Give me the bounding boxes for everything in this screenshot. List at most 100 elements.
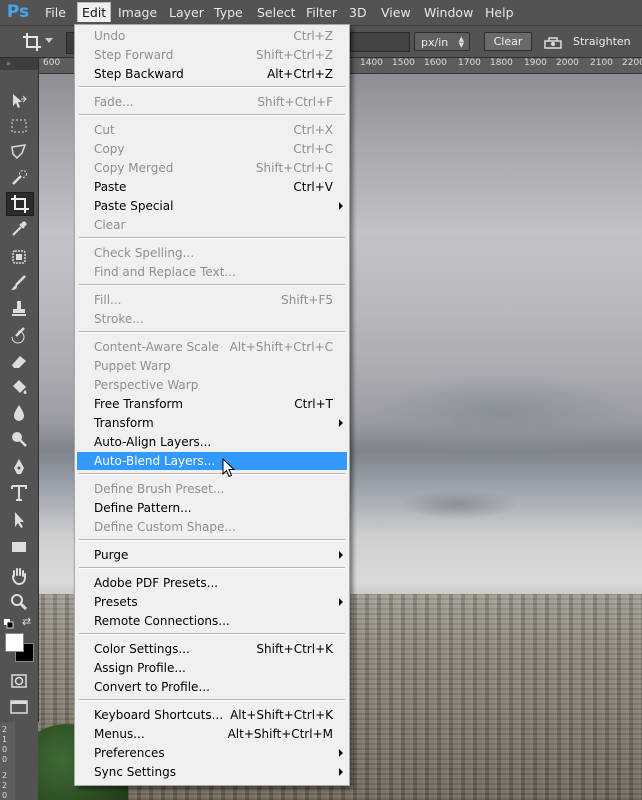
menu-item-transform[interactable]: Transform: [75, 414, 349, 432]
menu-item-cut[interactable]: Cut Ctrl+X: [75, 121, 349, 139]
menu-edit[interactable]: Edit: [77, 2, 112, 22]
rectangle-tool-icon[interactable]: [6, 536, 32, 558]
menu-layer[interactable]: Layer: [165, 3, 208, 22]
resolution-field[interactable]: [350, 32, 410, 52]
menu-bar: Ps File Edit Image Layer Type Select Fil…: [0, 0, 642, 26]
photoshop-logo[interactable]: Ps: [4, 2, 32, 22]
menu-item-stroke[interactable]: Stroke...: [75, 310, 349, 328]
menu-item-clear[interactable]: Clear: [75, 216, 349, 234]
menu-item-paste[interactable]: Paste Ctrl+V: [75, 178, 349, 196]
cloud-shadow: [398, 489, 518, 519]
menu-item-define-brush-preset[interactable]: Define Brush Preset...: [75, 480, 349, 498]
menu-separator: [79, 699, 345, 701]
menu-item-paste-special[interactable]: Paste Special: [75, 197, 349, 215]
screen-mode-icon[interactable]: [6, 696, 32, 718]
submenu-arrow-icon: [339, 202, 343, 210]
ruler-label: 2200: [622, 58, 642, 68]
submenu-arrow-icon: [339, 419, 343, 427]
crop-preset-icon[interactable]: [22, 32, 42, 52]
ruler-label: 2: [2, 771, 8, 780]
menu-item-convert-to-profile[interactable]: Convert to Profile...: [75, 678, 349, 696]
quick-selection-tool-icon[interactable]: [6, 167, 32, 189]
zoom-tool-icon[interactable]: [6, 591, 32, 613]
blur-tool-icon[interactable]: [6, 402, 32, 424]
foreground-color-swatch[interactable]: [5, 633, 24, 652]
ruler-label: 1: [2, 735, 8, 744]
menu-item-free-transform[interactable]: Free Transform Ctrl+T: [75, 395, 349, 413]
eraser-tool-icon[interactable]: [6, 350, 32, 372]
menu-item-copy[interactable]: Copy Ctrl+C: [75, 140, 349, 158]
history-brush-tool-icon[interactable]: [6, 324, 32, 346]
menu-item-define-custom-shape[interactable]: Define Custom Shape...: [75, 518, 349, 536]
menu-window[interactable]: Window: [420, 3, 477, 22]
swap-colors-icon[interactable]: ⇄: [22, 616, 34, 628]
menu-filter[interactable]: Filter: [302, 3, 341, 22]
menu-item-menus[interactable]: Menus... Alt+Shift+Ctrl+M: [75, 725, 349, 743]
menu-item-purge[interactable]: Purge: [75, 546, 349, 564]
pen-tool-icon[interactable]: [6, 456, 32, 478]
move-tool-icon[interactable]: [6, 90, 32, 112]
straighten-icon[interactable]: [543, 34, 563, 50]
menu-separator: [79, 86, 345, 88]
ruler-label: 0: [2, 755, 8, 764]
menu-select[interactable]: Select: [253, 3, 300, 22]
lasso-tool-icon[interactable]: [6, 141, 32, 163]
brush-tool-icon[interactable]: [6, 272, 32, 294]
dodge-tool-icon[interactable]: [6, 428, 32, 450]
menu-help[interactable]: Help: [481, 3, 518, 22]
menu-item-fade[interactable]: Fade... Shift+Ctrl+F: [75, 93, 349, 111]
straighten-label[interactable]: Straighten: [573, 35, 631, 48]
menu-3d[interactable]: 3D: [345, 3, 371, 22]
paint-bucket-tool-icon[interactable]: [6, 376, 32, 398]
menu-type[interactable]: Type: [210, 3, 247, 22]
menu-file[interactable]: File: [41, 3, 70, 22]
hand-tool-icon[interactable]: [6, 565, 32, 587]
clone-stamp-tool-icon[interactable]: [6, 298, 32, 320]
menu-separator: [79, 473, 345, 475]
marquee-tool-icon[interactable]: [6, 115, 32, 137]
menu-item-step-backward[interactable]: Step Backward Alt+Ctrl+Z: [75, 65, 349, 83]
menu-item-puppet-warp[interactable]: Puppet Warp: [75, 357, 349, 375]
quick-mask-icon[interactable]: [6, 670, 32, 692]
crop-preset-dropdown-arrow-icon[interactable]: [45, 38, 53, 43]
resolution-units-select[interactable]: px/in ▲ ▼: [414, 32, 470, 51]
menu-item-perspective-warp[interactable]: Perspective Warp: [75, 376, 349, 394]
ruler-label: 1900: [524, 58, 547, 68]
menu-item-sync-settings[interactable]: Sync Settings: [75, 763, 349, 781]
menu-item-assign-profile[interactable]: Assign Profile...: [75, 659, 349, 677]
menu-separator: [79, 539, 345, 541]
path-selection-tool-icon[interactable]: [6, 509, 32, 531]
ruler-label: 2000: [556, 58, 579, 68]
menu-item-remote-connections[interactable]: Remote Connections...: [75, 612, 349, 630]
vertical-ruler: 2 1 0 0 2 2 0: [0, 722, 15, 800]
menu-item-adobe-pdf-presets[interactable]: Adobe PDF Presets...: [75, 574, 349, 592]
menu-item-content-aware-scale[interactable]: Content-Aware Scale Alt+Shift+Ctrl+C: [75, 338, 349, 356]
menu-item-step-forward[interactable]: Step Forward Shift+Ctrl+Z: [75, 46, 349, 64]
type-tool-icon[interactable]: [6, 482, 32, 504]
default-colors-icon[interactable]: [4, 618, 14, 629]
menu-item-copy-merged[interactable]: Copy Merged Shift+Ctrl+C: [75, 159, 349, 177]
menu-item-auto-blend-layers[interactable]: Auto-Blend Layers...: [77, 452, 347, 470]
menu-item-undo[interactable]: Undo Ctrl+Z: [75, 27, 349, 45]
menu-view[interactable]: View: [377, 3, 415, 22]
eyedropper-tool-icon[interactable]: [6, 218, 32, 240]
clear-button[interactable]: Clear: [484, 32, 532, 51]
menu-item-auto-align-layers[interactable]: Auto-Align Layers...: [75, 433, 349, 451]
menu-item-fill[interactable]: Fill... Shift+F5: [75, 291, 349, 309]
menu-item-check-spelling[interactable]: Check Spelling...: [75, 244, 349, 262]
menu-item-find-replace[interactable]: Find and Replace Text...: [75, 263, 349, 281]
ruler-label: 1700: [458, 58, 481, 68]
ruler-label: 1400: [360, 58, 383, 68]
menu-image[interactable]: Image: [114, 3, 161, 22]
healing-brush-tool-icon[interactable]: [6, 246, 32, 268]
ruler-label: 600: [43, 58, 61, 68]
crop-tool-icon[interactable]: [6, 192, 34, 216]
menu-item-preferences[interactable]: Preferences: [75, 744, 349, 762]
ruler-label: 0: [2, 791, 8, 800]
menu-item-presets[interactable]: Presets: [75, 593, 349, 611]
menu-item-keyboard-shortcuts[interactable]: Keyboard Shortcuts... Alt+Shift+Ctrl+K: [75, 706, 349, 724]
menu-item-color-settings[interactable]: Color Settings... Shift+Ctrl+K: [75, 640, 349, 658]
menu-item-define-pattern[interactable]: Define Pattern...: [75, 499, 349, 517]
submenu-arrow-icon: [339, 768, 343, 776]
tools-panel-grip[interactable]: »: [0, 58, 38, 70]
